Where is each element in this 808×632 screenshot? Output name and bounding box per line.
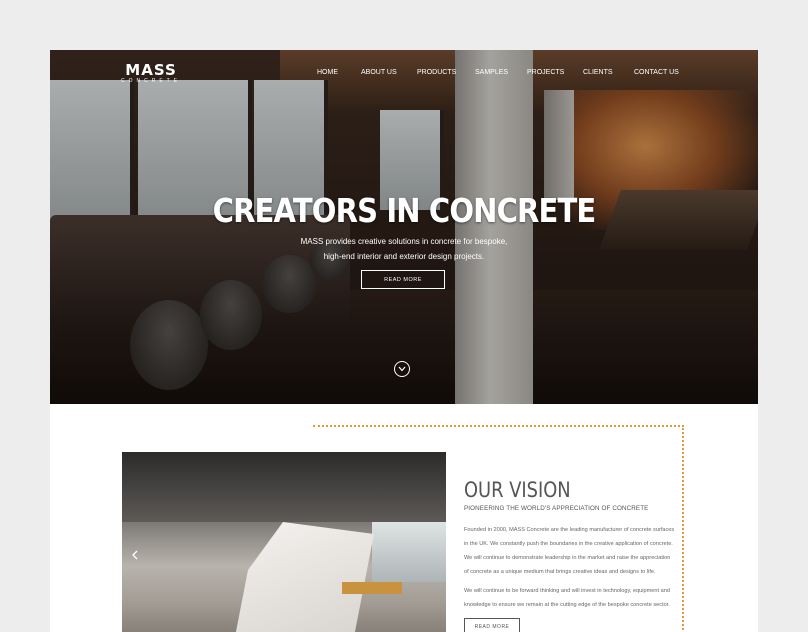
photo-bench xyxy=(342,582,402,594)
nav-about-us[interactable]: ABOUT US xyxy=(361,69,397,76)
photo-window xyxy=(372,522,446,582)
vision-paragraph-line: knowledge to ensure we remain at the cut… xyxy=(464,602,670,608)
nav-samples[interactable]: SAMPLES xyxy=(475,69,508,76)
hero-subtitle-line: high-end interior and exterior design pr… xyxy=(323,252,485,261)
vision-paragraph-line: We will continue to be forward thinking … xyxy=(464,588,670,594)
nav-contact-us[interactable]: CONTACT US xyxy=(634,69,679,76)
hero-subtitle-line: MASS provides creative solutions in conc… xyxy=(300,237,508,246)
vision-read-more-button[interactable]: READ MORE xyxy=(464,618,520,632)
scroll-down-button[interactable] xyxy=(394,361,410,377)
website-page: MASS CONCRETE HOME ABOUT US PRODUCTS SAM… xyxy=(50,50,758,632)
vision-paragraph-line: of concrete as a unique medium that brin… xyxy=(464,569,656,575)
site-logo[interactable]: MASS CONCRETE xyxy=(121,62,181,84)
nav-products[interactable]: PRODUCTS xyxy=(417,69,456,76)
photo-staircase xyxy=(234,522,374,632)
nav-clients[interactable]: CLIENTS xyxy=(583,69,613,76)
chevron-down-icon xyxy=(398,366,406,372)
slider-prev-button[interactable] xyxy=(132,550,138,563)
vision-paragraph-line: Founded in 2000, MASS Concrete are the l… xyxy=(464,527,675,533)
vision-paragraph-line: We will continue to demonstrate leadersh… xyxy=(464,555,671,561)
logo-subtext: CONCRETE xyxy=(121,78,182,84)
vision-subtitle: PIONEERING THE WORLD'S APPRECIATION OF C… xyxy=(464,505,649,512)
photo-ceiling xyxy=(122,452,446,522)
vision-paragraph-line: in the UK. We constantly push the bounda… xyxy=(464,541,673,547)
hero-section: MASS CONCRETE HOME ABOUT US PRODUCTS SAM… xyxy=(50,50,758,404)
chevron-left-icon xyxy=(132,550,138,560)
logo-text: MASS xyxy=(125,61,177,79)
nav-home[interactable]: HOME xyxy=(317,69,338,76)
nav-projects[interactable]: PROJECTS xyxy=(527,69,564,76)
hero-read-more-button[interactable]: READ MORE xyxy=(361,270,445,289)
vision-title: OUR VISION xyxy=(464,478,571,502)
hero-title: CREATORS IN CONCRETE xyxy=(212,191,597,230)
vision-slider-image xyxy=(122,452,446,632)
